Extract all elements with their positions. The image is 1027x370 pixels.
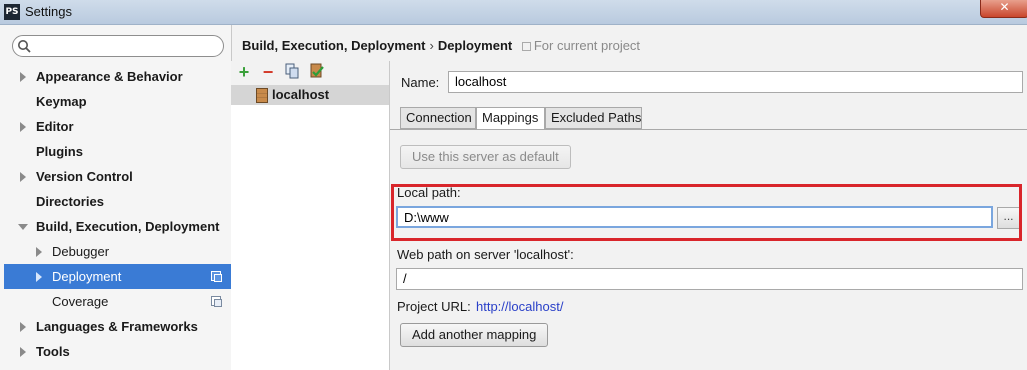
project-settings-icon — [211, 296, 222, 307]
sidebar-item-label: Build, Execution, Deployment — [36, 219, 220, 234]
web-path-input[interactable]: / — [396, 268, 1023, 290]
project-scope-icon — [521, 42, 531, 51]
sidebar-item-label: Editor — [36, 119, 74, 134]
sidebar-item-label: Debugger — [52, 244, 110, 259]
expand-arrow-icon[interactable] — [20, 322, 26, 332]
project-url-link[interactable]: http://localhost/ — [476, 299, 563, 314]
sidebar-item-label: Languages & Frameworks — [36, 319, 198, 334]
sidebar-item-debugger[interactable]: Debugger — [0, 239, 231, 264]
settings-sidebar: Appearance & Behavior Keymap Editor Plug… — [0, 25, 232, 370]
close-button[interactable]: ✕ — [980, 0, 1027, 18]
title-bar: PS Settings ✕ — [0, 0, 1027, 25]
window-title: Settings — [25, 4, 72, 19]
server-check-icon — [310, 63, 324, 78]
sidebar-item-directories[interactable]: Directories — [0, 189, 231, 214]
server-list-item[interactable]: localhost — [231, 85, 389, 105]
server-toolbar: + − — [231, 61, 389, 85]
sidebar-item-label: Appearance & Behavior — [36, 69, 183, 84]
copy-server-button[interactable] — [283, 63, 301, 81]
tab-connection[interactable]: Connection — [400, 107, 476, 129]
search-input[interactable] — [12, 35, 224, 57]
sidebar-item-appearance-behavior[interactable]: Appearance & Behavior — [0, 64, 231, 89]
sidebar-item-build-execution-deployment[interactable]: Build, Execution, Deployment — [0, 214, 231, 239]
sidebar-item-keymap[interactable]: Keymap — [0, 89, 231, 114]
tab-divider — [390, 129, 1027, 130]
server-icon — [256, 88, 268, 103]
expand-arrow-icon[interactable] — [20, 172, 26, 182]
sidebar-item-label: Version Control — [36, 169, 133, 184]
expand-arrow-icon[interactable] — [20, 122, 26, 132]
set-default-server-button[interactable] — [308, 63, 326, 81]
sidebar-item-label: Directories — [36, 194, 104, 209]
name-field[interactable]: localhost — [448, 71, 1023, 93]
expand-arrow-icon[interactable] — [36, 272, 42, 282]
search-icon — [18, 40, 31, 53]
sidebar-item-label: Keymap — [36, 94, 87, 109]
sidebar-item-label: Deployment — [52, 269, 122, 284]
sidebar-item-plugins[interactable]: Plugins — [0, 139, 231, 164]
project-url-label: Project URL: — [397, 299, 471, 314]
project-settings-icon — [211, 271, 222, 282]
expand-arrow-icon[interactable] — [20, 72, 26, 82]
name-label: Name: — [401, 75, 440, 90]
scope-note-text: For current project — [533, 38, 641, 53]
add-server-button[interactable]: + — [235, 63, 253, 81]
highlight-annotation-box — [391, 184, 1022, 241]
collapse-arrow-icon[interactable] — [18, 224, 28, 230]
sidebar-item-languages-frameworks[interactable]: Languages & Frameworks — [0, 314, 231, 339]
sidebar-item-deployment[interactable]: Deployment — [4, 264, 231, 289]
expand-arrow-icon[interactable] — [36, 247, 42, 257]
server-list-panel: + − localhost — [231, 61, 390, 370]
breadcrumb-separator: › — [429, 38, 434, 53]
copy-icon — [285, 63, 299, 79]
remove-server-button[interactable]: − — [259, 63, 277, 81]
expand-arrow-icon[interactable] — [20, 347, 26, 357]
sidebar-item-version-control[interactable]: Version Control — [0, 164, 231, 189]
phpstorm-app-icon: PS — [4, 4, 20, 20]
use-as-default-button[interactable]: Use this server as default — [400, 145, 571, 169]
breadcrumb-parent[interactable]: Build, Execution, Deployment — [242, 38, 425, 53]
server-label: localhost — [272, 87, 330, 102]
tab-excluded-paths[interactable]: Excluded Paths — [545, 107, 642, 129]
breadcrumb: Build, Execution, Deployment › Deployment … — [242, 38, 640, 53]
scope-note: For current project — [521, 38, 641, 53]
add-mapping-button[interactable]: Add another mapping — [400, 323, 549, 347]
breadcrumb-current: Deployment — [437, 38, 513, 53]
tab-mappings[interactable]: Mappings — [476, 107, 545, 130]
sidebar-item-label: Plugins — [36, 144, 83, 159]
web-path-label: Web path on server 'localhost': — [397, 247, 574, 262]
sidebar-item-label: Coverage — [52, 294, 109, 309]
sidebar-item-editor[interactable]: Editor — [0, 114, 231, 139]
sidebar-item-coverage[interactable]: Coverage — [0, 289, 231, 314]
sidebar-item-label: Tools — [36, 344, 70, 359]
sidebar-item-tools[interactable]: Tools — [0, 339, 231, 364]
